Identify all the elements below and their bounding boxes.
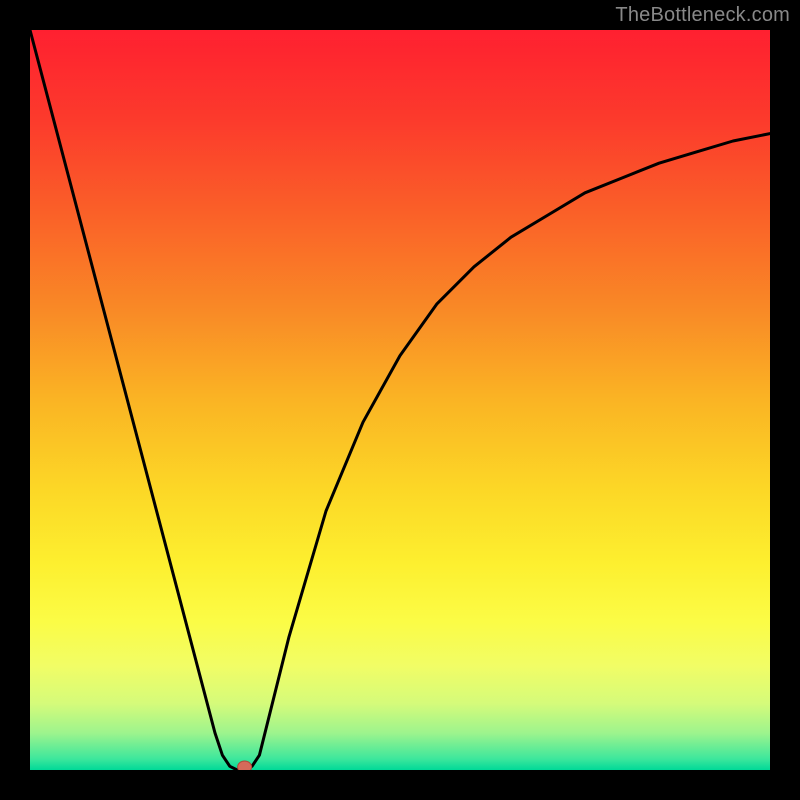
plot-area [30, 30, 770, 770]
chart-frame: TheBottleneck.com [0, 0, 800, 800]
bottleneck-curve-chart [30, 30, 770, 770]
optimal-point-marker [238, 761, 252, 770]
watermark-text: TheBottleneck.com [615, 4, 790, 27]
gradient-background [30, 30, 770, 770]
